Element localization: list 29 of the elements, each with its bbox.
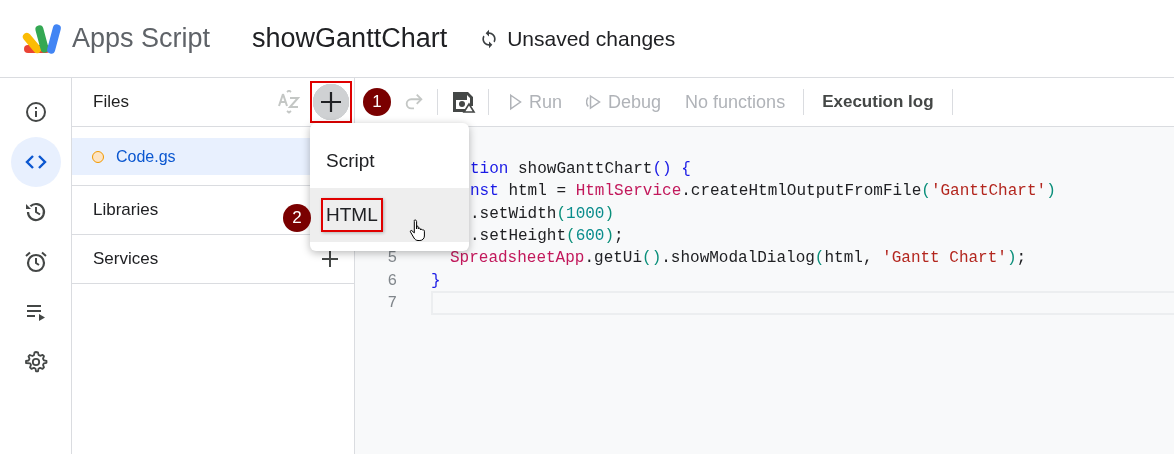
menu-item[interactable]: HTML <box>310 188 469 242</box>
line-number: 6 <box>386 271 397 290</box>
execution-log-button[interactable]: Execution log <box>816 92 940 112</box>
app-name: Apps Script <box>72 23 211 54</box>
code-line: nst html = HtmlService.createHtmlOutputFromFile('GanttChart') <box>469 182 1056 201</box>
code-line: tion showGanttChart() { <box>469 160 691 179</box>
section-heading[interactable]: Services <box>93 249 159 269</box>
code-line: .setWidth(1000) <box>469 204 615 223</box>
code-line: .setHeight(600); <box>469 227 624 246</box>
save-to-drive-icon[interactable] <box>450 89 476 115</box>
project-title[interactable]: showGanttChart <box>252 23 448 54</box>
info-icon <box>23 100 48 124</box>
step-badge: 2 <box>283 204 311 232</box>
files-heading: Files <box>93 92 130 112</box>
alarm-clock-icon <box>23 250 48 274</box>
rail-button[interactable] <box>10 137 61 187</box>
highlighted-label: HTML <box>321 198 383 232</box>
history-icon <box>23 200 48 224</box>
save-status: Unsaved changes <box>507 26 676 51</box>
section-heading[interactable]: Libraries <box>93 200 159 220</box>
add-service-icon[interactable] <box>321 250 339 268</box>
line-number: 7 <box>386 293 397 312</box>
settings-icon <box>23 350 48 374</box>
step-badge: 1 <box>363 88 391 116</box>
code-line: } <box>431 271 441 290</box>
add-file-button[interactable] <box>310 81 352 123</box>
code-line: SpreadsheetApp.getUi().showModalDialog(html, 'Gantt Chart'); <box>449 249 1027 268</box>
plus-icon <box>320 91 342 113</box>
line-number: 5 <box>386 249 397 268</box>
